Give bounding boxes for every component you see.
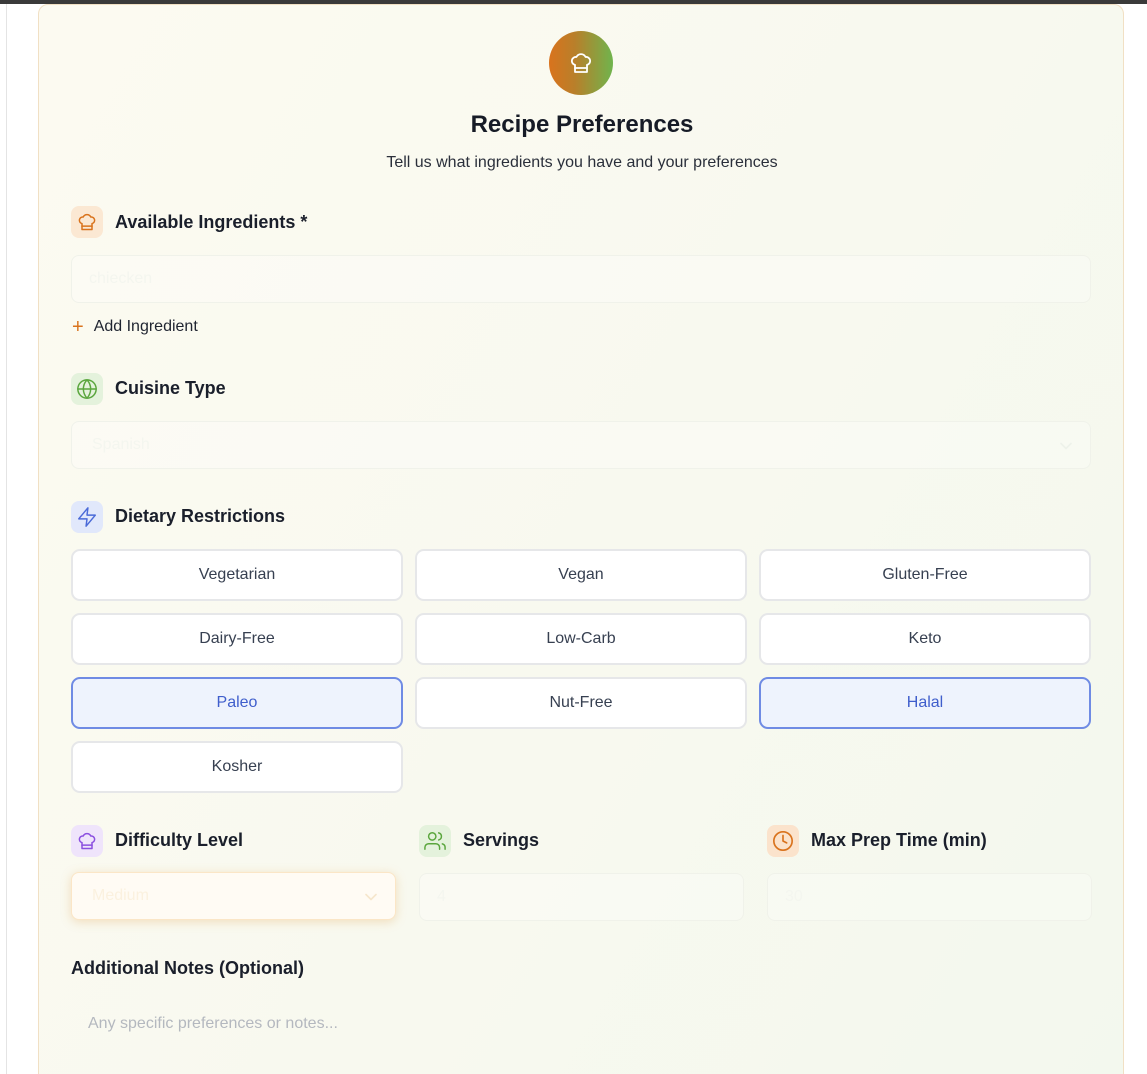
users-icon <box>424 832 446 850</box>
page-subtitle: Tell us what ingredients you have and yo… <box>386 154 778 171</box>
cuisine-section-icon <box>71 373 103 405</box>
diet-option-label: Vegan <box>558 566 604 583</box>
chef-hat-icon <box>571 53 591 73</box>
chevron-down-icon <box>365 893 377 901</box>
lightning-icon <box>78 507 96 527</box>
diet-option-paleo[interactable]: Paleo <box>71 677 403 729</box>
prep-time-label: Max Prep Time (min) <box>811 830 987 850</box>
globe-icon <box>77 379 97 399</box>
diet-option-label: Paleo <box>216 694 258 711</box>
recipe-preferences-card: Recipe Preferences Tell us what ingredie… <box>38 4 1124 1074</box>
chevron-down-icon <box>1060 442 1072 450</box>
add-ingredient-button[interactable]: + Add Ingredient <box>72 316 198 338</box>
notes-label: Additional Notes (Optional) <box>71 958 304 978</box>
ingredients-label: Available Ingredients * <box>115 212 308 232</box>
diet-option-label: Keto <box>908 630 942 647</box>
diet-option-dairy-free[interactable]: Dairy-Free <box>71 613 403 665</box>
header-logo <box>549 31 613 95</box>
diet-option-label: Halal <box>906 694 944 711</box>
diet-option-label: Dairy-Free <box>199 630 275 647</box>
cuisine-select-value: Spanish <box>92 436 150 453</box>
servings-section-icon <box>419 825 451 857</box>
diet-option-nut-free[interactable]: Nut-Free <box>415 677 747 729</box>
difficulty-label: Difficulty Level <box>115 830 244 850</box>
servings-input[interactable]: 4 <box>419 873 744 921</box>
add-ingredient-label: Add Ingredient <box>93 318 198 335</box>
diet-option-label: Low-Carb <box>546 630 616 647</box>
diet-option-label: Kosher <box>211 758 263 775</box>
diet-option-label: Vegetarian <box>198 566 276 583</box>
diet-option-low-carb[interactable]: Low-Carb <box>415 613 747 665</box>
notes-textarea[interactable]: Any specific preferences or notes... <box>71 1003 1091 1074</box>
diet-option-label: Nut-Free <box>549 694 613 711</box>
difficulty-select-value: Medium <box>92 887 149 904</box>
diet-option-label: Gluten-Free <box>882 566 968 583</box>
diet-option-halal[interactable]: Halal <box>759 677 1091 729</box>
prep-time-section-icon <box>767 825 799 857</box>
dietary-label: Dietary Restrictions <box>115 506 286 526</box>
cuisine-label: Cuisine Type <box>115 378 226 398</box>
diet-option-vegetarian[interactable]: Vegetarian <box>71 549 403 601</box>
servings-label: Servings <box>463 830 540 850</box>
diet-option-keto[interactable]: Keto <box>759 613 1091 665</box>
difficulty-section-icon <box>71 825 103 857</box>
left-divider <box>6 4 7 1074</box>
chef-hat-icon <box>78 213 96 231</box>
diet-option-kosher[interactable]: Kosher <box>71 741 403 793</box>
difficulty-select[interactable]: Medium <box>71 872 396 920</box>
ingredients-section-icon <box>71 206 103 238</box>
prep-time-input[interactable]: 30 <box>767 873 1092 921</box>
diet-option-vegan[interactable]: Vegan <box>415 549 747 601</box>
plus-icon: + <box>72 316 84 338</box>
dietary-section-icon <box>71 501 103 533</box>
chef-hat-icon <box>78 832 96 850</box>
clock-icon <box>773 831 793 851</box>
cuisine-select[interactable]: Spanish <box>71 421 1091 469</box>
ingredient-input[interactable]: chiecken <box>71 255 1091 303</box>
diet-option-gluten-free[interactable]: Gluten-Free <box>759 549 1091 601</box>
page-title: Recipe Preferences <box>470 111 694 138</box>
